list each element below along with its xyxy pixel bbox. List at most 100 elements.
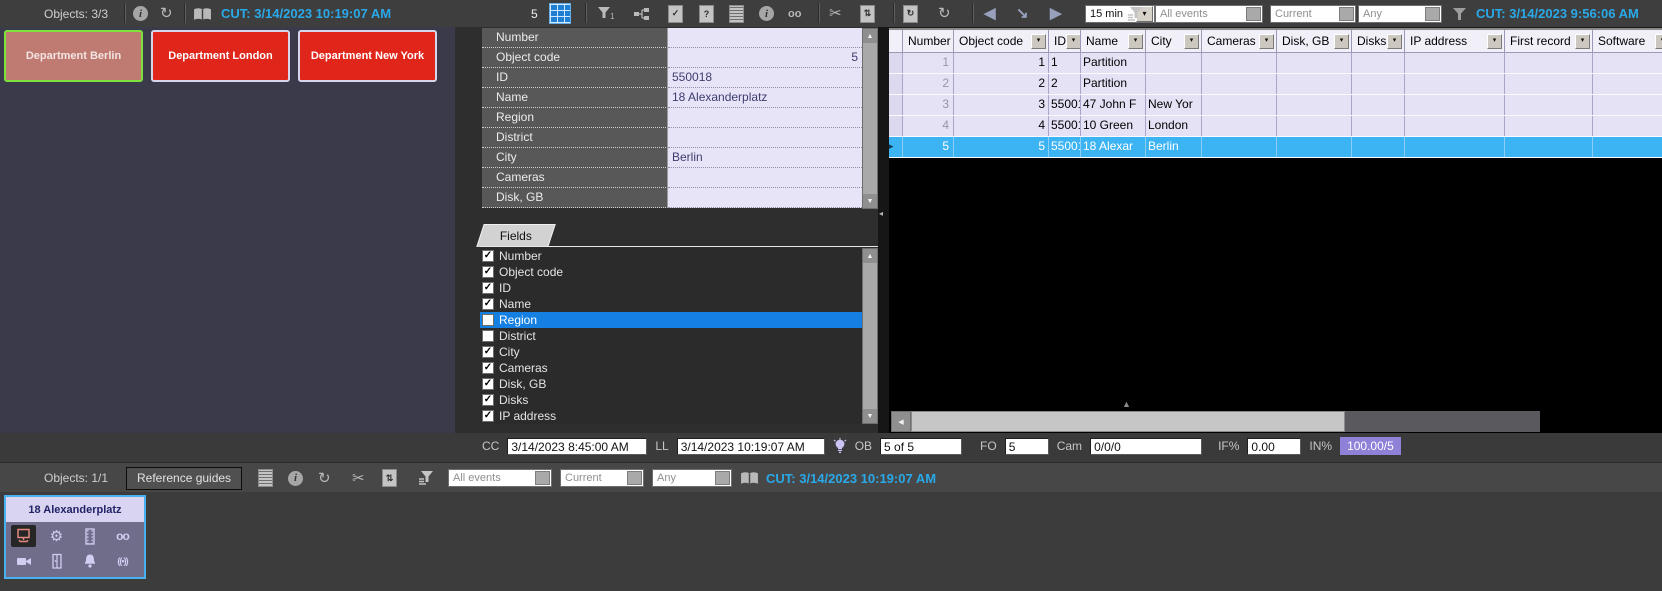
checkbox[interactable]: ✓ bbox=[482, 298, 494, 310]
column-header-number[interactable]: Number bbox=[903, 30, 954, 52]
info-icon[interactable]: i bbox=[288, 471, 303, 486]
field-item[interactable]: District bbox=[480, 328, 862, 344]
scroll-down-icon[interactable]: ▼ bbox=[863, 409, 877, 423]
column-filter-button[interactable]: ▾ bbox=[1128, 34, 1143, 49]
film-archive-icon[interactable] bbox=[77, 525, 102, 547]
interval-select[interactable]: 15 min ▾ bbox=[1085, 5, 1155, 23]
field-item[interactable]: ✓Name bbox=[480, 296, 862, 312]
cc-time-field[interactable]: 3/14/2023 8:45:00 AM bbox=[507, 438, 647, 455]
column-header-object_code[interactable]: Object code▾ bbox=[954, 30, 1049, 52]
column-filter-button[interactable]: ▾ bbox=[1655, 34, 1662, 49]
table-row[interactable]: 111Partition bbox=[889, 53, 1662, 74]
dropdown-button[interactable] bbox=[715, 471, 730, 485]
dropdown-button[interactable] bbox=[535, 471, 550, 485]
column-header-city[interactable]: City▾ bbox=[1146, 30, 1202, 52]
table-row[interactable]: ▸555500118 AlexarBerlin bbox=[889, 137, 1662, 158]
fo-field[interactable]: 5 bbox=[1005, 438, 1049, 455]
column-filter-button[interactable]: ▾ bbox=[1184, 34, 1199, 49]
scroll-up-icon[interactable]: ▲ bbox=[863, 249, 877, 263]
document-check-icon[interactable]: ✓ bbox=[668, 5, 683, 23]
property-value[interactable] bbox=[668, 28, 862, 48]
step-back-icon[interactable]: ◀ bbox=[984, 6, 996, 21]
field-item[interactable]: ✓Number bbox=[480, 248, 862, 264]
list-report-icon[interactable] bbox=[729, 5, 744, 23]
alarm-bell-icon[interactable] bbox=[77, 550, 102, 572]
field-item[interactable]: ✓IP address bbox=[480, 408, 862, 424]
department-card[interactable]: Department New York bbox=[298, 30, 437, 82]
dropdown-button[interactable] bbox=[1339, 7, 1354, 21]
checkbox[interactable]: ✓ bbox=[482, 250, 494, 262]
property-value[interactable]: 550018 bbox=[668, 68, 862, 88]
column-header-disks[interactable]: Disks▾ bbox=[1352, 30, 1405, 52]
events-filter-select[interactable]: All events bbox=[1155, 5, 1263, 23]
info-icon[interactable]: i bbox=[133, 6, 148, 21]
property-value[interactable] bbox=[668, 128, 862, 148]
voicemail-icon[interactable]: oo bbox=[788, 8, 801, 20]
panel-splitter[interactable]: ◂ bbox=[878, 27, 889, 433]
list-report-icon[interactable] bbox=[258, 469, 273, 487]
book-icon[interactable] bbox=[193, 0, 212, 27]
checkbox[interactable]: ✓ bbox=[482, 266, 494, 278]
column-header-ip_address[interactable]: IP address▾ bbox=[1405, 30, 1505, 52]
ll-time-field[interactable]: 3/14/2023 10:19:07 AM bbox=[677, 438, 825, 455]
table-row[interactable]: 445500110 GreenLondon bbox=[889, 116, 1662, 137]
column-filter-button[interactable]: ▾ bbox=[1334, 34, 1349, 49]
tab-fields[interactable]: Fields bbox=[476, 224, 555, 247]
field-item[interactable]: ✓Disks bbox=[480, 392, 862, 408]
document-refresh-icon[interactable]: ↻ bbox=[903, 5, 918, 23]
column-filter-button[interactable]: ▾ bbox=[1259, 34, 1274, 49]
column-filter-button[interactable]: ▾ bbox=[1031, 34, 1046, 49]
monitor-network-icon[interactable] bbox=[11, 525, 36, 547]
column-filter-button[interactable]: ▾ bbox=[1575, 34, 1590, 49]
reference-guides-button[interactable]: Reference guides bbox=[126, 467, 242, 490]
field-item[interactable]: ✓Cameras bbox=[480, 360, 862, 376]
dropdown-button[interactable] bbox=[627, 471, 642, 485]
state-filter-select[interactable]: Current bbox=[1270, 5, 1356, 23]
checkbox[interactable]: ✓ bbox=[482, 378, 494, 390]
step-forward-icon[interactable]: ▶ bbox=[1050, 6, 1062, 21]
cut-scissors-icon[interactable]: ✂ bbox=[352, 471, 365, 486]
fields-list-scrollbar[interactable]: ▲ ▼ bbox=[862, 248, 878, 424]
step-to-end-icon[interactable]: ↘ bbox=[1016, 6, 1029, 21]
field-item[interactable]: ✓ID bbox=[480, 280, 862, 296]
events-filter-select[interactable]: All events bbox=[448, 469, 552, 487]
filter-settings-icon[interactable] bbox=[418, 463, 435, 493]
refresh-icon[interactable]: ↻ bbox=[318, 471, 331, 486]
column-header-id[interactable]: ID▾ bbox=[1049, 30, 1081, 52]
object-card[interactable]: 18 Alexanderplatz ⚙ oo bbox=[4, 495, 146, 579]
dropdown-button[interactable] bbox=[1425, 7, 1440, 21]
video-camera-icon[interactable] bbox=[11, 550, 36, 572]
property-value[interactable] bbox=[668, 188, 862, 208]
funnel-icon[interactable] bbox=[1452, 0, 1467, 27]
checkbox[interactable]: ✓ bbox=[482, 346, 494, 358]
field-item[interactable]: Region bbox=[480, 312, 862, 328]
scroll-up-icon[interactable]: ▲ bbox=[863, 29, 877, 43]
cam-field[interactable]: 0/0/0 bbox=[1090, 438, 1202, 455]
column-header-name[interactable]: Name▾ bbox=[1081, 30, 1146, 52]
table-row[interactable]: 222Partition bbox=[889, 74, 1662, 95]
checkbox[interactable]: ✓ bbox=[482, 410, 494, 422]
clipboard-question-icon[interactable]: ? bbox=[699, 5, 714, 23]
column-header-first_record[interactable]: First record▾ bbox=[1505, 30, 1593, 52]
checkbox[interactable]: ✓ bbox=[482, 362, 494, 374]
property-value[interactable]: Berlin bbox=[668, 148, 862, 168]
checkbox[interactable] bbox=[482, 330, 494, 342]
filter-first-icon[interactable]: 1 bbox=[597, 0, 614, 27]
column-filter-button[interactable]: ▾ bbox=[1487, 34, 1502, 49]
refresh-icon[interactable]: ↻ bbox=[938, 6, 951, 21]
checkbox[interactable]: ✓ bbox=[482, 394, 494, 406]
property-grid-scrollbar[interactable]: ▲ ▼ bbox=[862, 28, 878, 209]
splitter-grip-up-icon[interactable]: ▲ bbox=[1122, 399, 1131, 409]
field-item[interactable]: ✓Disk, GB bbox=[480, 376, 862, 392]
cut-scissors-icon[interactable]: ✂ bbox=[829, 6, 842, 21]
horizontal-scrollbar-track[interactable] bbox=[1345, 411, 1540, 432]
scroll-down-icon[interactable]: ▼ bbox=[863, 194, 877, 208]
department-card[interactable]: Department Berlin bbox=[4, 30, 143, 82]
field-item[interactable]: ✓City bbox=[480, 344, 862, 360]
tree-structure-icon[interactable] bbox=[633, 0, 650, 27]
dropdown-button[interactable] bbox=[1246, 7, 1261, 21]
table-view-icon[interactable] bbox=[549, 3, 571, 24]
scroll-left-icon[interactable]: ◀ bbox=[891, 411, 911, 432]
refresh-icon[interactable]: ↻ bbox=[160, 6, 173, 21]
column-header-cameras[interactable]: Cameras▾ bbox=[1202, 30, 1277, 52]
